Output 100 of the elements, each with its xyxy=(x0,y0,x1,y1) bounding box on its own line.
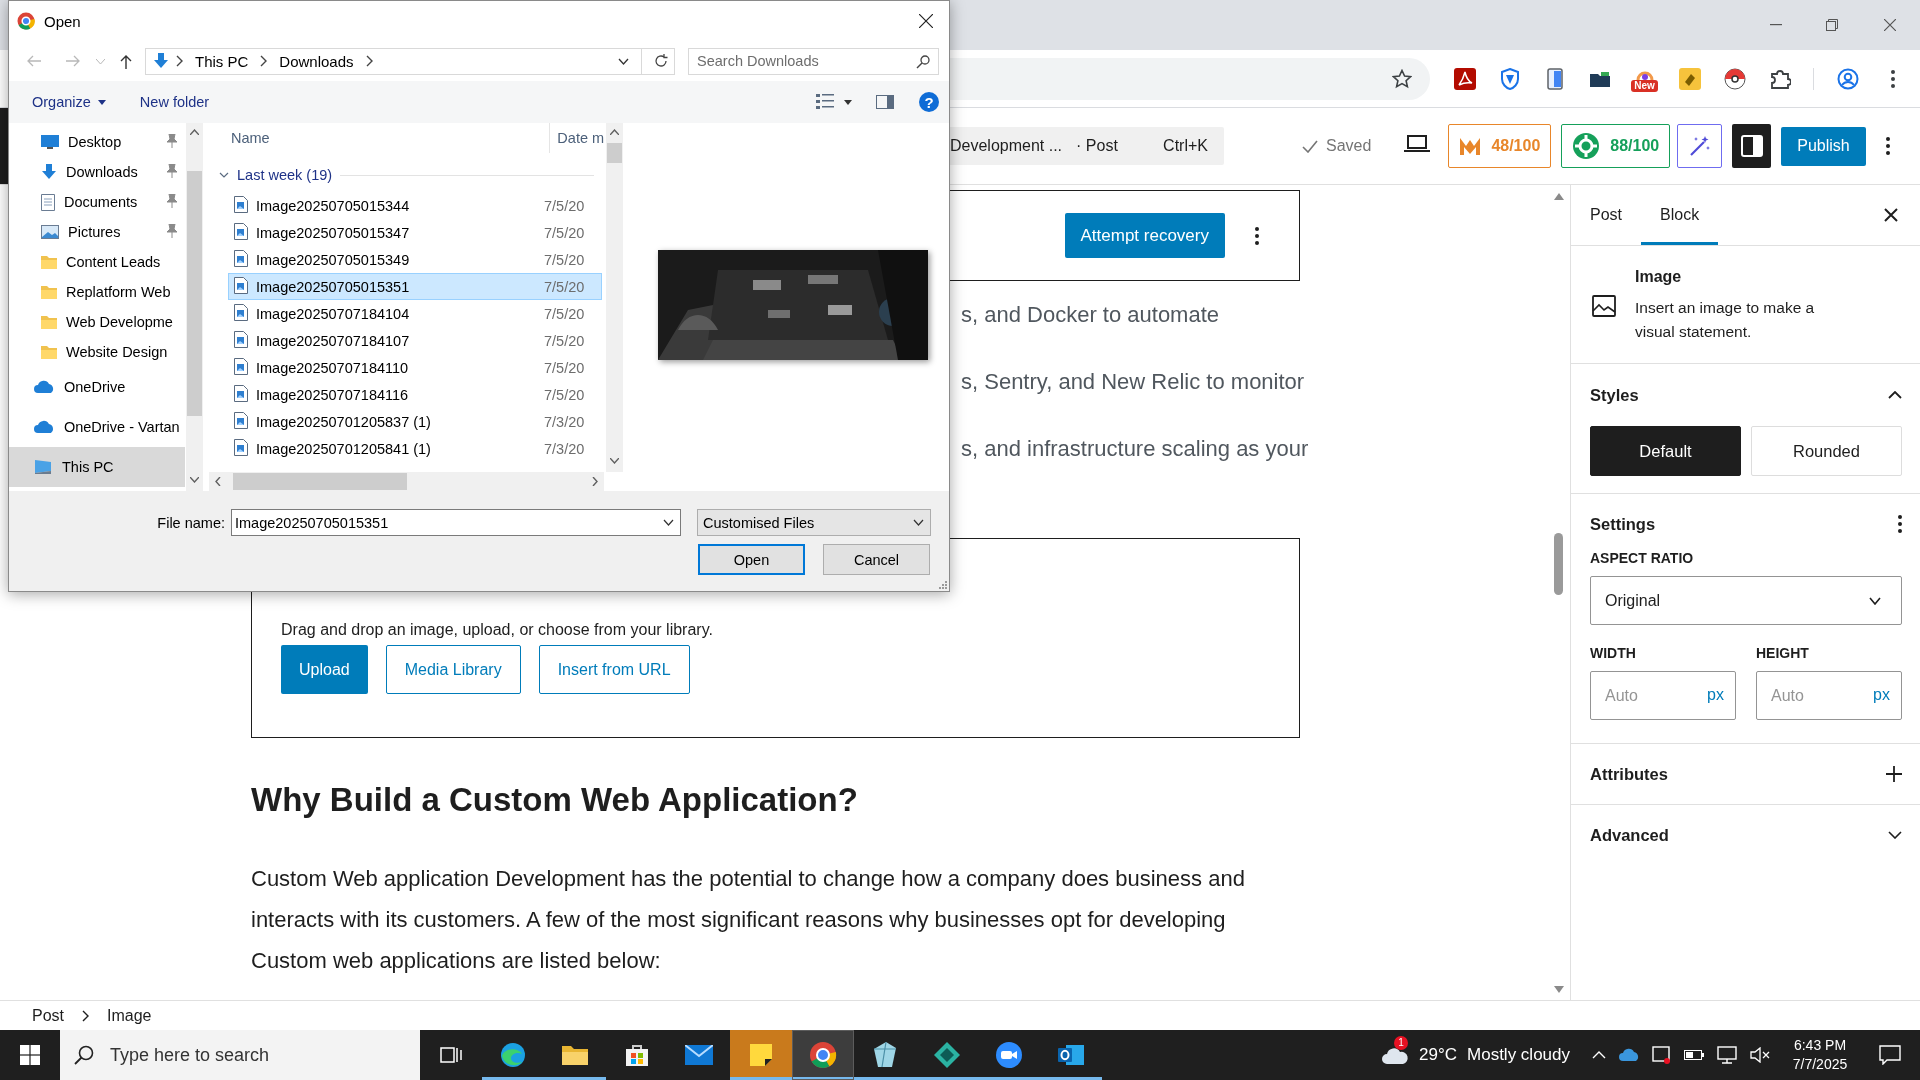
caret-icon[interactable] xyxy=(844,99,852,105)
file-row[interactable]: Image20250707184107 7/5/20 xyxy=(228,327,602,354)
pictures-icon xyxy=(41,225,59,239)
file-row[interactable]: Image20250707184116 7/5/20 xyxy=(228,381,602,408)
nav-item[interactable]: Content Leads xyxy=(9,247,185,277)
cloud-icon[interactable] xyxy=(1618,1048,1640,1062)
file-row[interactable]: Image20250705015349 7/5/20 xyxy=(228,246,602,273)
pin-icon[interactable] xyxy=(166,223,178,238)
nav-item[interactable]: OneDrive xyxy=(9,367,185,407)
nav-item[interactable]: OneDrive - Vartan xyxy=(9,407,185,447)
pin-icon[interactable] xyxy=(166,193,178,208)
scroll-arrow-icon[interactable] xyxy=(1554,986,1564,993)
scrollbar[interactable] xyxy=(186,123,203,491)
sidebar-toggle-button[interactable] xyxy=(1732,124,1772,168)
scroll-arrow-icon[interactable] xyxy=(1554,193,1564,200)
chevron-down-icon[interactable] xyxy=(663,519,674,526)
column-header[interactable]: Date m xyxy=(557,130,604,146)
nav-item[interactable]: Documents xyxy=(9,187,185,217)
resize-grip-icon[interactable] xyxy=(937,579,947,589)
file-row[interactable]: Image20250705015351 7/5/20 xyxy=(228,273,602,300)
new-folder-button[interactable]: New folder xyxy=(133,93,216,111)
scrollbar-thumb[interactable] xyxy=(1554,533,1563,595)
clock[interactable]: 6:43 PM 7/7/2025 xyxy=(1780,1030,1860,1080)
extension-icon[interactable] xyxy=(1678,67,1701,90)
nav-item[interactable]: Downloads xyxy=(9,157,185,187)
help-button[interactable]: ? xyxy=(919,92,939,112)
ai-button[interactable] xyxy=(1677,124,1723,168)
file-row[interactable]: Image20250705015347 7/5/20 xyxy=(228,219,602,246)
chevron-up-icon[interactable] xyxy=(1592,1051,1606,1059)
file-name-field[interactable]: Image20250705015351 xyxy=(231,509,681,536)
profile-icon[interactable] xyxy=(1836,67,1859,90)
refresh-icon[interactable] xyxy=(654,54,668,68)
sidebar-tab[interactable]: Post xyxy=(1571,185,1641,245)
address-bar[interactable]: This PC Downloads xyxy=(145,47,675,75)
plus-icon[interactable] xyxy=(1886,766,1902,782)
panel-toggle[interactable] xyxy=(1888,391,1902,399)
battery-icon[interactable] xyxy=(1684,1049,1704,1061)
nav-item[interactable]: Pictures xyxy=(9,217,185,247)
pin-icon[interactable] xyxy=(166,163,178,178)
scrollbar-thumb[interactable] xyxy=(607,143,622,163)
tray-app-icon[interactable] xyxy=(1652,1045,1672,1065)
preview-pane-icon[interactable] xyxy=(876,95,894,109)
sidebar-tab[interactable]: Block xyxy=(1641,185,1719,245)
nav-item[interactable]: Website Design xyxy=(9,337,185,367)
pin-icon[interactable] xyxy=(166,133,178,148)
media-button[interactable]: Media Library xyxy=(385,645,521,694)
scrollbar-thumb[interactable] xyxy=(187,171,202,416)
taskbar-button[interactable] xyxy=(792,1030,854,1080)
aspect-ratio-select[interactable]: Original xyxy=(1590,576,1902,625)
open-button[interactable]: Open xyxy=(698,544,805,575)
style-option[interactable]: Rounded xyxy=(1751,426,1902,476)
extension-icon[interactable] xyxy=(1453,67,1476,90)
file-row[interactable]: Image20250701205841 (1) 7/3/20 xyxy=(228,435,602,462)
cancel-button[interactable]: Cancel xyxy=(823,544,930,575)
column-header[interactable]: Name xyxy=(231,123,551,153)
file-row[interactable]: Image20250705015344 7/5/20 xyxy=(228,192,602,219)
folder-icon[interactable] xyxy=(1588,69,1611,88)
group-header[interactable]: Last week (19) xyxy=(209,161,604,189)
chevron-down-icon xyxy=(913,519,924,526)
file-row[interactable]: Image20250707184110 7/5/20 xyxy=(228,354,602,381)
command-bar[interactable]: Development ... · Post Ctrl+K xyxy=(950,127,1224,165)
view-options-icon[interactable] xyxy=(816,94,834,110)
file-type-select[interactable]: Customised Files xyxy=(697,509,931,536)
restore-icon[interactable] xyxy=(1826,19,1838,31)
star-icon[interactable] xyxy=(1392,68,1412,89)
speaker-muted-icon[interactable] xyxy=(1750,1047,1770,1063)
close-icon[interactable] xyxy=(919,14,933,28)
panel-toggle[interactable] xyxy=(1888,831,1902,839)
search-field[interactable]: Search Downloads xyxy=(688,47,939,75)
notification-icon[interactable] xyxy=(1879,1045,1901,1065)
organize-button[interactable]: Organize xyxy=(26,93,112,111)
nav-item[interactable]: Desktop xyxy=(9,127,185,157)
media-button[interactable]: Insert from URL xyxy=(538,645,690,694)
laptop-icon[interactable] xyxy=(1404,135,1431,153)
search-field[interactable]: Type here to search xyxy=(60,1030,420,1080)
publish-button[interactable]: Publish xyxy=(1781,126,1866,166)
breadcrumb-link[interactable]: Image xyxy=(99,1006,160,1025)
attempt-recovery-button[interactable]: Attempt recovery xyxy=(1064,213,1225,258)
file-row[interactable]: Image20250707184104 7/5/20 xyxy=(228,300,602,327)
breadcrumb-link[interactable]: Downloads xyxy=(275,52,358,70)
breadcrumb-link[interactable]: This PC xyxy=(191,52,253,70)
up-arrow-icon[interactable] xyxy=(120,53,132,69)
scrollbar[interactable] xyxy=(606,123,623,472)
upload-button[interactable]: Upload xyxy=(281,645,368,694)
network-icon[interactable] xyxy=(1716,1046,1738,1064)
scrollbar[interactable] xyxy=(209,472,604,491)
file-row[interactable]: Image20250701205837 (1) 7/3/20 xyxy=(228,408,602,435)
breadcrumb-link[interactable]: Post xyxy=(24,1006,72,1025)
scrollbar-thumb[interactable] xyxy=(233,473,407,490)
nav-item[interactable]: Replatform Web xyxy=(9,277,185,307)
minimize-icon[interactable] xyxy=(1770,24,1782,26)
chevron-down-icon[interactable] xyxy=(618,57,629,65)
nav-item[interactable]: Web Developme xyxy=(9,307,185,337)
close-icon[interactable] xyxy=(1884,208,1898,222)
ball-icon[interactable] xyxy=(1723,67,1746,90)
puzzle-icon[interactable] xyxy=(1768,67,1791,90)
nav-item[interactable]: This PC xyxy=(9,447,185,487)
shield-icon[interactable] xyxy=(1499,67,1520,90)
phone-icon[interactable] xyxy=(1546,67,1563,90)
style-option[interactable]: Default xyxy=(1590,426,1741,476)
